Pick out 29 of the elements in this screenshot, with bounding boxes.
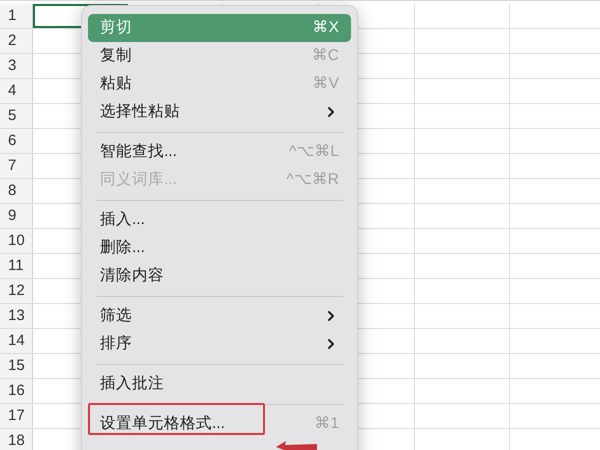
row-number: 1 xyxy=(8,6,16,26)
row-number: 9 xyxy=(8,206,16,226)
menu-item[interactable]: 选择性粘贴 xyxy=(88,98,351,126)
menu-item[interactable]: 粘贴 ⌘V xyxy=(88,70,351,98)
row-number: 16 xyxy=(8,380,25,401)
row-number: 2 xyxy=(8,30,16,51)
row-number: 7 xyxy=(8,156,16,176)
row-number: 15 xyxy=(8,356,25,376)
menu-item[interactable]: 排序 xyxy=(88,330,351,358)
row-number: 11 xyxy=(8,256,24,276)
menu-item[interactable]: 复制 ⌘C xyxy=(88,42,351,70)
row-number: 14 xyxy=(8,330,25,351)
row-number: 5 xyxy=(8,106,16,126)
menu-item[interactable]: 智能查找... ^⌥⌘L xyxy=(88,138,351,166)
menu-item[interactable]: 筛选 xyxy=(88,302,351,330)
row-number: 8 xyxy=(8,180,16,201)
menu-item[interactable]: 插入... xyxy=(88,206,351,234)
row-number: 13 xyxy=(8,306,25,326)
row-number: 10 xyxy=(8,230,25,251)
menu-item[interactable]: 设置单元格格式... ⌘1 xyxy=(88,410,351,438)
menu-item[interactable]: 清除内容 xyxy=(88,262,351,290)
row-number: 12 xyxy=(8,280,25,301)
row-number: 3 xyxy=(8,56,16,76)
row-number: 6 xyxy=(8,130,16,151)
menu-item[interactable]: 删除... xyxy=(88,234,351,262)
row-number: 4 xyxy=(8,80,16,101)
row-number: 18 xyxy=(8,430,25,450)
row-number: 17 xyxy=(8,406,25,426)
menu-item[interactable]: 插入批注 xyxy=(88,370,351,398)
